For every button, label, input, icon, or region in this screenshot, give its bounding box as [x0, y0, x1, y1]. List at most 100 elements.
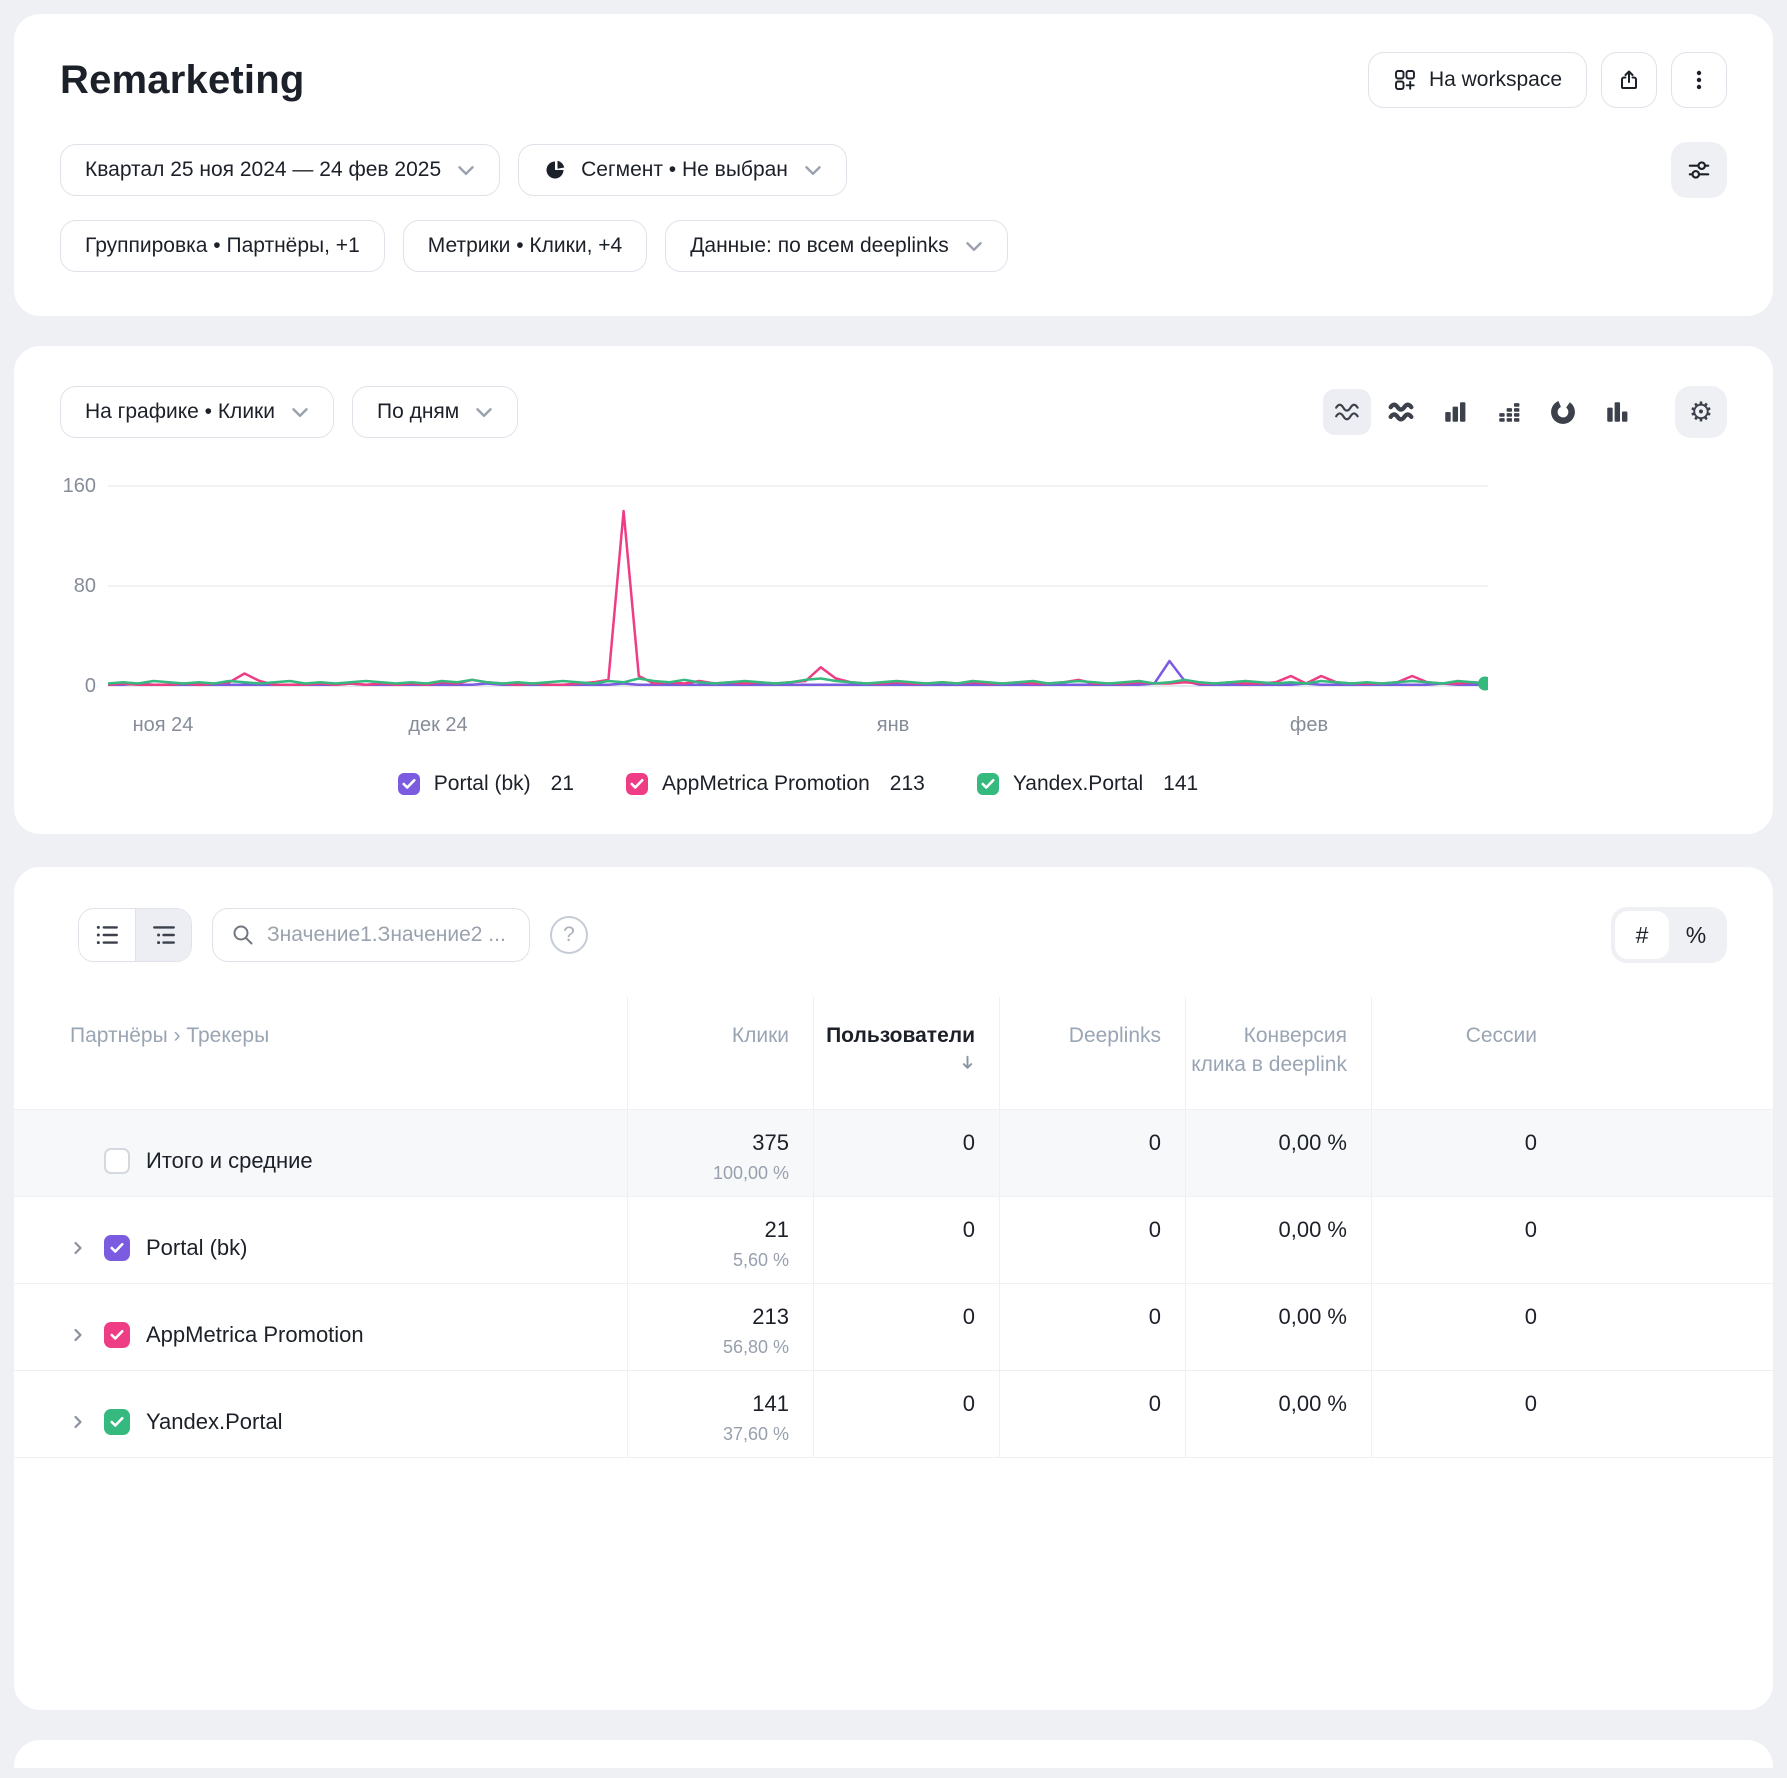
x-axis-labels: ноя 24дек 24янвфев: [108, 714, 1488, 744]
cell-deeplinks: 0: [999, 1197, 1185, 1283]
column-chart-type-button[interactable]: [1593, 389, 1641, 435]
table-row-appmetrica-promotion: AppMetrica Promotion21356,80 %000,00 %0: [14, 1283, 1773, 1370]
chart-granularity-dropdown[interactable]: По дням: [352, 386, 518, 438]
expand-row-button[interactable]: [70, 1413, 90, 1431]
list-view-button[interactable]: [79, 909, 135, 961]
kebab-icon: [1687, 68, 1711, 92]
data-filter-chip[interactable]: Данные: по всем deeplinks: [665, 220, 1008, 272]
legend-checkbox[interactable]: [626, 773, 648, 795]
column-header-partners-trackers[interactable]: Партнёры › Трекеры: [14, 997, 627, 1109]
y-tick-0: 0: [52, 673, 96, 699]
y-tick-160: 160: [52, 473, 96, 499]
workspace-button[interactable]: На workspace: [1368, 52, 1587, 108]
cell-clicks: 215,60 %: [627, 1197, 813, 1283]
percent-format-button[interactable]: %: [1669, 911, 1723, 959]
column-header-conversion[interactable]: Конверсия клика в deeplink: [1185, 997, 1371, 1109]
cell-users: 0: [813, 1197, 999, 1283]
chart-card: На графике • Клики По дням: [14, 346, 1773, 834]
list-view-icon: [94, 922, 120, 948]
clicks-value: 21: [628, 1217, 789, 1243]
column-header-filler: [1561, 997, 1773, 1109]
line-chart-type-button[interactable]: [1323, 389, 1371, 435]
column-header-deeplinks[interactable]: Deeplinks: [999, 997, 1185, 1109]
share-button[interactable]: [1601, 52, 1657, 108]
chart-settings-button[interactable]: ⚙: [1675, 386, 1727, 438]
stacked-area-icon: [1388, 399, 1414, 425]
search-input[interactable]: [267, 923, 511, 947]
filters-row-2: Группировка • Партнёры, +1 Метрики • Кли…: [60, 220, 1727, 272]
y-tick-80: 80: [52, 573, 96, 599]
workspace-button-label: На workspace: [1429, 68, 1562, 92]
chevron-down-icon: [804, 164, 822, 176]
row-name-cell: Итого и средние: [14, 1110, 627, 1196]
cell-sessions: 0: [1371, 1284, 1561, 1370]
table-card: ? # % Партнёры › Трекеры Клики Пользоват…: [14, 867, 1773, 1710]
stacked-bar-icon: [1496, 399, 1522, 425]
report-settings-button[interactable]: [1671, 142, 1727, 198]
clicks-percent: 100,00 %: [628, 1163, 789, 1184]
row-label: AppMetrica Promotion: [146, 1322, 364, 1348]
row-checkbox[interactable]: [104, 1235, 130, 1261]
row-label: Итого и средние: [146, 1148, 313, 1174]
legend-checkbox[interactable]: [398, 773, 420, 795]
table-header: Партнёры › Трекеры Клики Пользователи De…: [14, 997, 1773, 1109]
series-end-marker-yandex-portal: [1478, 677, 1488, 691]
bar-chart-type-button[interactable]: [1431, 389, 1479, 435]
expand-row-button[interactable]: [70, 1326, 90, 1344]
column-header-clicks[interactable]: Клики: [627, 997, 813, 1109]
more-menu-button[interactable]: [1671, 52, 1727, 108]
header-card: Remarketing На workspace: [14, 14, 1773, 316]
search-box: [212, 908, 530, 962]
cell-sessions: 0: [1371, 1197, 1561, 1283]
x-tick-: фев: [1290, 714, 1328, 737]
sort-desc-icon: [960, 1050, 975, 1079]
expand-row-button[interactable]: [70, 1239, 90, 1257]
column-header-users[interactable]: Пользователи: [813, 997, 999, 1109]
clicks-chart-svg: [108, 474, 1488, 710]
stacked-area-chart-type-button[interactable]: [1377, 389, 1425, 435]
row-name-cell: Portal (bk): [14, 1197, 627, 1283]
segment-filter-chip[interactable]: Сегмент • Не выбран: [518, 144, 847, 196]
share-icon: [1617, 68, 1641, 92]
column-header-users-label: Пользователи: [826, 1024, 975, 1047]
clicks-percent: 37,60 %: [628, 1424, 789, 1445]
legend-item-yandex-portal[interactable]: Yandex.Portal141: [977, 772, 1198, 796]
cell-conversion: 0,00 %: [1185, 1197, 1371, 1283]
legend-item-appmetrica-promotion[interactable]: AppMetrica Promotion213: [626, 772, 925, 796]
legend-checkbox[interactable]: [977, 773, 999, 795]
chart-toolbar: На графике • Клики По дням: [60, 386, 1727, 438]
legend-item-portal-bk[interactable]: Portal (bk)21: [398, 772, 574, 796]
clicks-value: 141: [628, 1391, 789, 1417]
chart-metric-dropdown[interactable]: На графике • Клики: [60, 386, 334, 438]
clicks-value: 213: [628, 1304, 789, 1330]
row-name-cell: AppMetrica Promotion: [14, 1284, 627, 1370]
segment-filter-label: Сегмент • Не выбран: [581, 158, 788, 182]
tree-view-button[interactable]: [135, 909, 191, 961]
cell-deeplinks: 0: [999, 1284, 1185, 1370]
cell-users: 0: [813, 1110, 999, 1196]
grouping-filter-label: Группировка • Партнёры, +1: [85, 234, 360, 258]
row-checkbox[interactable]: [104, 1322, 130, 1348]
clicks-value: 375: [628, 1130, 789, 1156]
table-body: Итого и средние375100,00 %000,00 %0Porta…: [14, 1109, 1773, 1457]
cell-filler: [1561, 1197, 1773, 1283]
stacked-bar-chart-type-button[interactable]: [1485, 389, 1533, 435]
help-button[interactable]: ?: [550, 916, 588, 954]
cell-users: 0: [813, 1371, 999, 1457]
x-tick-24: ноя 24: [133, 714, 194, 737]
search-icon: [231, 923, 255, 947]
metrics-filter-chip[interactable]: Метрики • Клики, +4: [403, 220, 647, 272]
row-checkbox[interactable]: [104, 1148, 130, 1174]
series-line-appmetrica-promotion: [108, 511, 1488, 685]
view-toggle: [78, 908, 192, 962]
workspace-icon: [1393, 68, 1417, 92]
column-header-sessions[interactable]: Сессии: [1371, 997, 1561, 1109]
grouping-filter-chip[interactable]: Группировка • Партнёры, +1: [60, 220, 385, 272]
cell-filler: [1561, 1371, 1773, 1457]
period-filter-chip[interactable]: Квартал 25 ноя 2024 — 24 фев 2025: [60, 144, 500, 196]
absolute-format-button[interactable]: #: [1615, 911, 1669, 959]
cell-conversion: 0,00 %: [1185, 1284, 1371, 1370]
table-footer: [14, 1457, 1773, 1687]
row-checkbox[interactable]: [104, 1409, 130, 1435]
pie-chart-type-button[interactable]: [1539, 389, 1587, 435]
